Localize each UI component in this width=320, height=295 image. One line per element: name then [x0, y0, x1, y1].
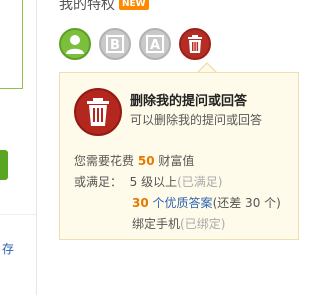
section-title-text: 我的特权 — [59, 0, 115, 13]
user-icon[interactable] — [59, 28, 91, 60]
left-link[interactable]: 存 — [2, 240, 14, 257]
cost-requirement: 您需要花费 50 财富值 — [74, 152, 194, 169]
tooltip-title: 删除我的提问或回答 — [130, 94, 248, 109]
left-green-button[interactable] — [0, 150, 8, 180]
level-req: 5 级以上 — [129, 175, 178, 189]
tooltip-description: 可以删除我的提问或回答 — [130, 113, 263, 127]
answers-mid: 个 — [152, 196, 165, 210]
delete-trash-icon — [74, 88, 122, 136]
svg-text:A: A — [150, 38, 160, 53]
cost-suffix: 财富值 — [158, 154, 195, 168]
bind-status: (已绑定) — [180, 217, 226, 231]
or-label: 或满足： — [74, 175, 123, 189]
answers-status: (还差 30 个) — [212, 196, 281, 210]
cost-prefix: 您需要花费 — [74, 154, 135, 168]
trash-icon[interactable] — [179, 28, 211, 60]
answers-count: 30 — [132, 196, 149, 210]
letter-b-icon[interactable]: B — [99, 28, 131, 60]
svg-text:B: B — [110, 38, 120, 53]
left-divider — [0, 214, 36, 215]
new-badge: NEW — [119, 0, 149, 10]
left-panel: 存 — [0, 0, 37, 295]
tooltip-arrow-inner — [199, 64, 215, 72]
section-title: 我的特权 NEW — [59, 0, 149, 14]
bind-phone: 绑定手机 — [132, 217, 181, 231]
privilege-tooltip: 删除我的提问或回答 可以删除我的提问或回答 您需要花费 50 财富值 或满足： … — [59, 72, 299, 240]
quality-answers-link[interactable]: 优质答案 — [165, 196, 213, 210]
level-status: (已满足) — [177, 175, 223, 189]
letter-a-icon[interactable]: A — [139, 28, 171, 60]
privilege-icon-row: B A — [59, 28, 211, 60]
phone-requirement: 绑定手机(已绑定) — [132, 215, 225, 232]
cost-value: 50 — [137, 154, 155, 168]
answers-requirement: 30 个优质答案(还差 30 个) — [132, 194, 281, 211]
level-requirement: 或满足： 5 级以上(已满足) — [74, 173, 222, 190]
left-panel-box — [0, 0, 23, 89]
